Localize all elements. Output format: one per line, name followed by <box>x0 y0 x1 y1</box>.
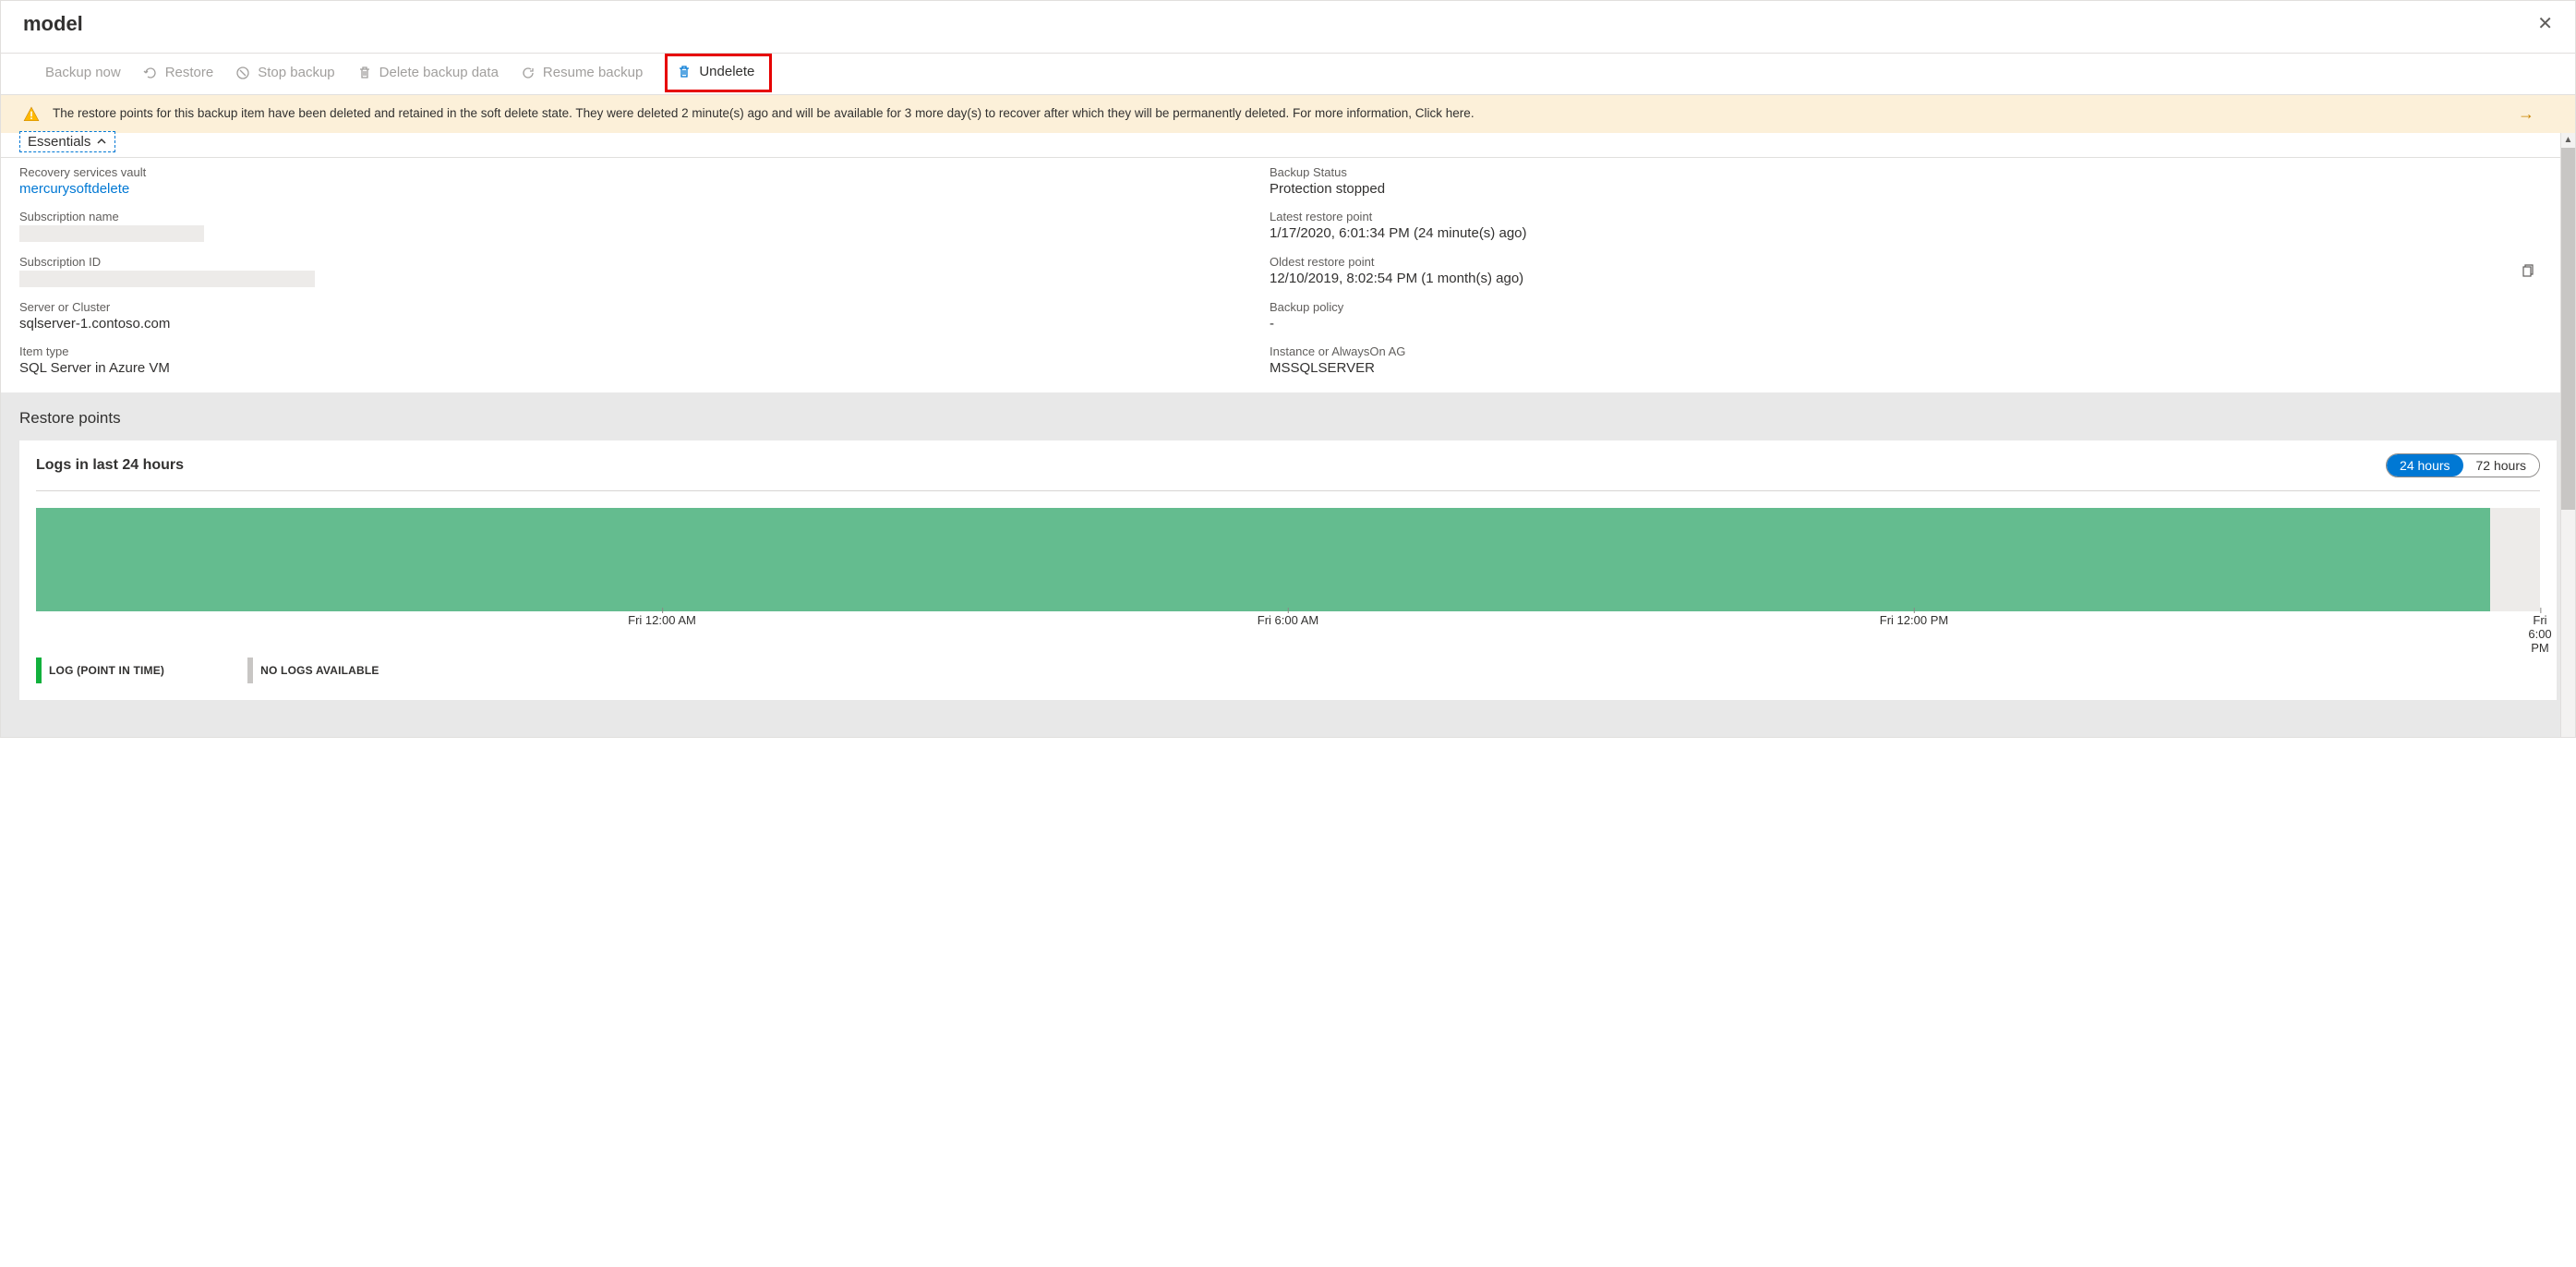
redacted-value <box>19 225 204 242</box>
warning-text: The restore points for this backup item … <box>53 104 2505 123</box>
backup-policy-field: Backup policy - <box>1270 300 2501 332</box>
restore-points-section: Restore points Logs in last 24 hours 24 … <box>1 392 2575 737</box>
legend-swatch <box>247 658 253 683</box>
time-range-toggle: 24 hours 72 hours <box>2386 453 2540 477</box>
toolbar-label: Resume backup <box>543 65 643 80</box>
toolbar-label: Undelete <box>699 64 754 79</box>
redacted-value <box>19 271 315 287</box>
undelete-highlight: Undelete <box>665 54 772 92</box>
legend-item-log: LOG (POINT IN TIME) <box>36 658 164 683</box>
instance-field: Instance or AlwaysOn AG MSSQLSERVER <box>1270 344 2501 376</box>
essentials-label: Essentials <box>28 134 90 150</box>
latest-restore-point-field: Latest restore point 1/17/2020, 6:01:34 … <box>1270 210 2501 242</box>
axis-tick: Fri 6:00 AM <box>1258 613 1318 627</box>
subscription-id-field: Subscription ID <box>19 255 1251 287</box>
card-header: Logs in last 24 hours 24 hours 72 hours <box>36 453 2540 477</box>
copy-column <box>2520 255 2557 287</box>
legend-swatch <box>36 658 42 683</box>
toolbar-label: Stop backup <box>258 65 334 80</box>
backup-now-button[interactable]: Backup now <box>45 65 121 80</box>
vertical-scrollbar[interactable]: ▲ <box>2560 133 2575 737</box>
trash-icon <box>357 66 372 80</box>
refresh-icon <box>521 66 536 80</box>
timeline-bar <box>36 508 2540 611</box>
scroll-body: Essentials Recovery services vault mercu… <box>1 133 2575 737</box>
stop-backup-button[interactable]: Stop backup <box>235 65 334 80</box>
toolbar-label: Backup now <box>45 65 121 80</box>
scroll-thumb[interactable] <box>2561 148 2575 510</box>
soft-delete-warning-banner: The restore points for this backup item … <box>1 95 2575 133</box>
axis-tick: Fri 12:00 AM <box>628 613 696 627</box>
backup-status-field: Backup Status Protection stopped <box>1270 165 2501 197</box>
warning-icon <box>23 106 40 123</box>
axis-tick: Fri 6:00 PM <box>2528 613 2551 655</box>
command-bar: Backup now Restore Stop backup Delete ba… <box>1 53 2575 95</box>
logs-chart-title: Logs in last 24 hours <box>36 457 184 474</box>
range-72h-option[interactable]: 72 hours <box>2463 454 2539 477</box>
restore-button[interactable]: Restore <box>143 65 214 80</box>
divider <box>36 490 2540 491</box>
undo-icon <box>143 66 158 80</box>
pane-header: model ✕ <box>1 1 2575 53</box>
toolbar-label: Restore <box>165 65 214 80</box>
chevron-up-icon <box>96 136 107 147</box>
page-title: model <box>23 12 83 36</box>
axis-tick: Fri 12:00 PM <box>1880 613 1948 627</box>
timeline-log-segment[interactable] <box>36 508 2490 611</box>
restore-points-title: Restore points <box>19 409 2557 428</box>
subscription-name-field: Subscription name <box>19 210 1251 242</box>
copy-icon[interactable] <box>2520 263 2534 278</box>
warning-link[interactable]: Click here. <box>1415 106 1475 120</box>
chart-legend: LOG (POINT IN TIME) NO LOGS AVAILABLE <box>36 658 2540 683</box>
essentials-grid: Recovery services vault mercurysoftdelet… <box>1 158 2575 392</box>
close-icon[interactable]: ✕ <box>2537 15 2553 33</box>
toolbar-label: Delete backup data <box>379 65 499 80</box>
scroll-up-arrow[interactable]: ▲ <box>2561 133 2575 148</box>
legend-item-none: NO LOGS AVAILABLE <box>247 658 379 683</box>
arrow-right-icon[interactable]: → <box>2518 104 2534 124</box>
backup-item-pane: model ✕ Backup now Restore Stop backup D… <box>0 0 2576 738</box>
trash-icon <box>677 65 692 79</box>
timeline-axis: Fri 12:00 AM Fri 6:00 AM Fri 12:00 PM Fr… <box>36 613 2540 639</box>
item-type-field: Item type SQL Server in Azure VM <box>19 344 1251 376</box>
logs-card: Logs in last 24 hours 24 hours 72 hours … <box>19 440 2557 700</box>
range-24h-option[interactable]: 24 hours <box>2387 454 2462 477</box>
recovery-vault-link[interactable]: mercurysoftdelete <box>19 181 1251 197</box>
server-field: Server or Cluster sqlserver-1.contoso.co… <box>19 300 1251 332</box>
delete-backup-data-button[interactable]: Delete backup data <box>357 65 499 80</box>
stop-icon <box>235 66 250 80</box>
resume-backup-button[interactable]: Resume backup <box>521 65 643 80</box>
recovery-vault-field: Recovery services vault mercurysoftdelet… <box>19 165 1251 197</box>
undelete-button[interactable]: Undelete <box>677 64 754 79</box>
essentials-toggle[interactable]: Essentials <box>19 131 115 152</box>
oldest-restore-point-field: Oldest restore point 12/10/2019, 8:02:54… <box>1270 255 2501 287</box>
timeline-nolog-segment <box>2490 508 2540 611</box>
